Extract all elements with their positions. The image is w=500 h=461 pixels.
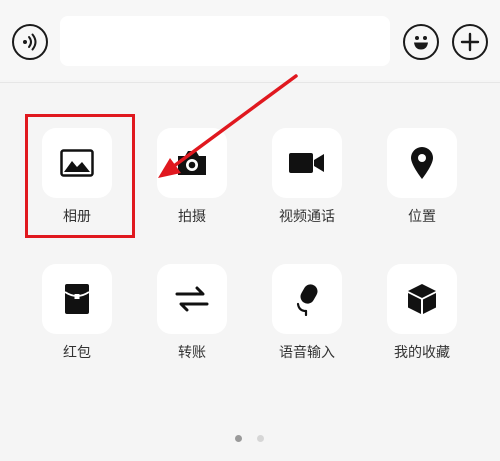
favorites-button[interactable] [387,264,457,334]
page-indicator-dot [257,435,264,442]
location-label: 位置 [408,209,436,225]
voice-mode-button[interactable] [12,24,48,60]
emoji-icon [409,30,433,54]
more-functions-button[interactable] [452,24,488,60]
transfer-button[interactable] [157,264,227,334]
red-packet-label: 红包 [63,345,91,361]
voice-icon [20,32,40,52]
video-call-button[interactable] [272,128,342,198]
red-packet-button[interactable] [42,264,112,334]
red-packet-icon [64,283,90,315]
video-call-label: 视频通话 [279,209,335,225]
shoot-button[interactable] [157,128,227,198]
camera-icon [175,149,209,177]
voice-input-button[interactable] [272,264,342,334]
location-button[interactable] [387,128,457,198]
emoji-button[interactable] [403,24,439,60]
transfer-label: 转账 [178,345,206,361]
highlight-box [25,114,135,238]
favorites-label: 我的收藏 [394,345,450,361]
location-pin-icon [409,146,435,180]
shoot-label: 拍摄 [178,209,206,225]
video-camera-icon [288,151,326,175]
message-input[interactable] [60,16,390,66]
input-toolbar [0,0,500,80]
transfer-icon [175,286,209,312]
plus-icon [459,31,481,53]
microphone-icon [292,282,322,316]
voice-input-label: 语音输入 [279,345,335,361]
page-indicator-dot-active [235,435,242,442]
favorites-box-icon [405,282,439,316]
